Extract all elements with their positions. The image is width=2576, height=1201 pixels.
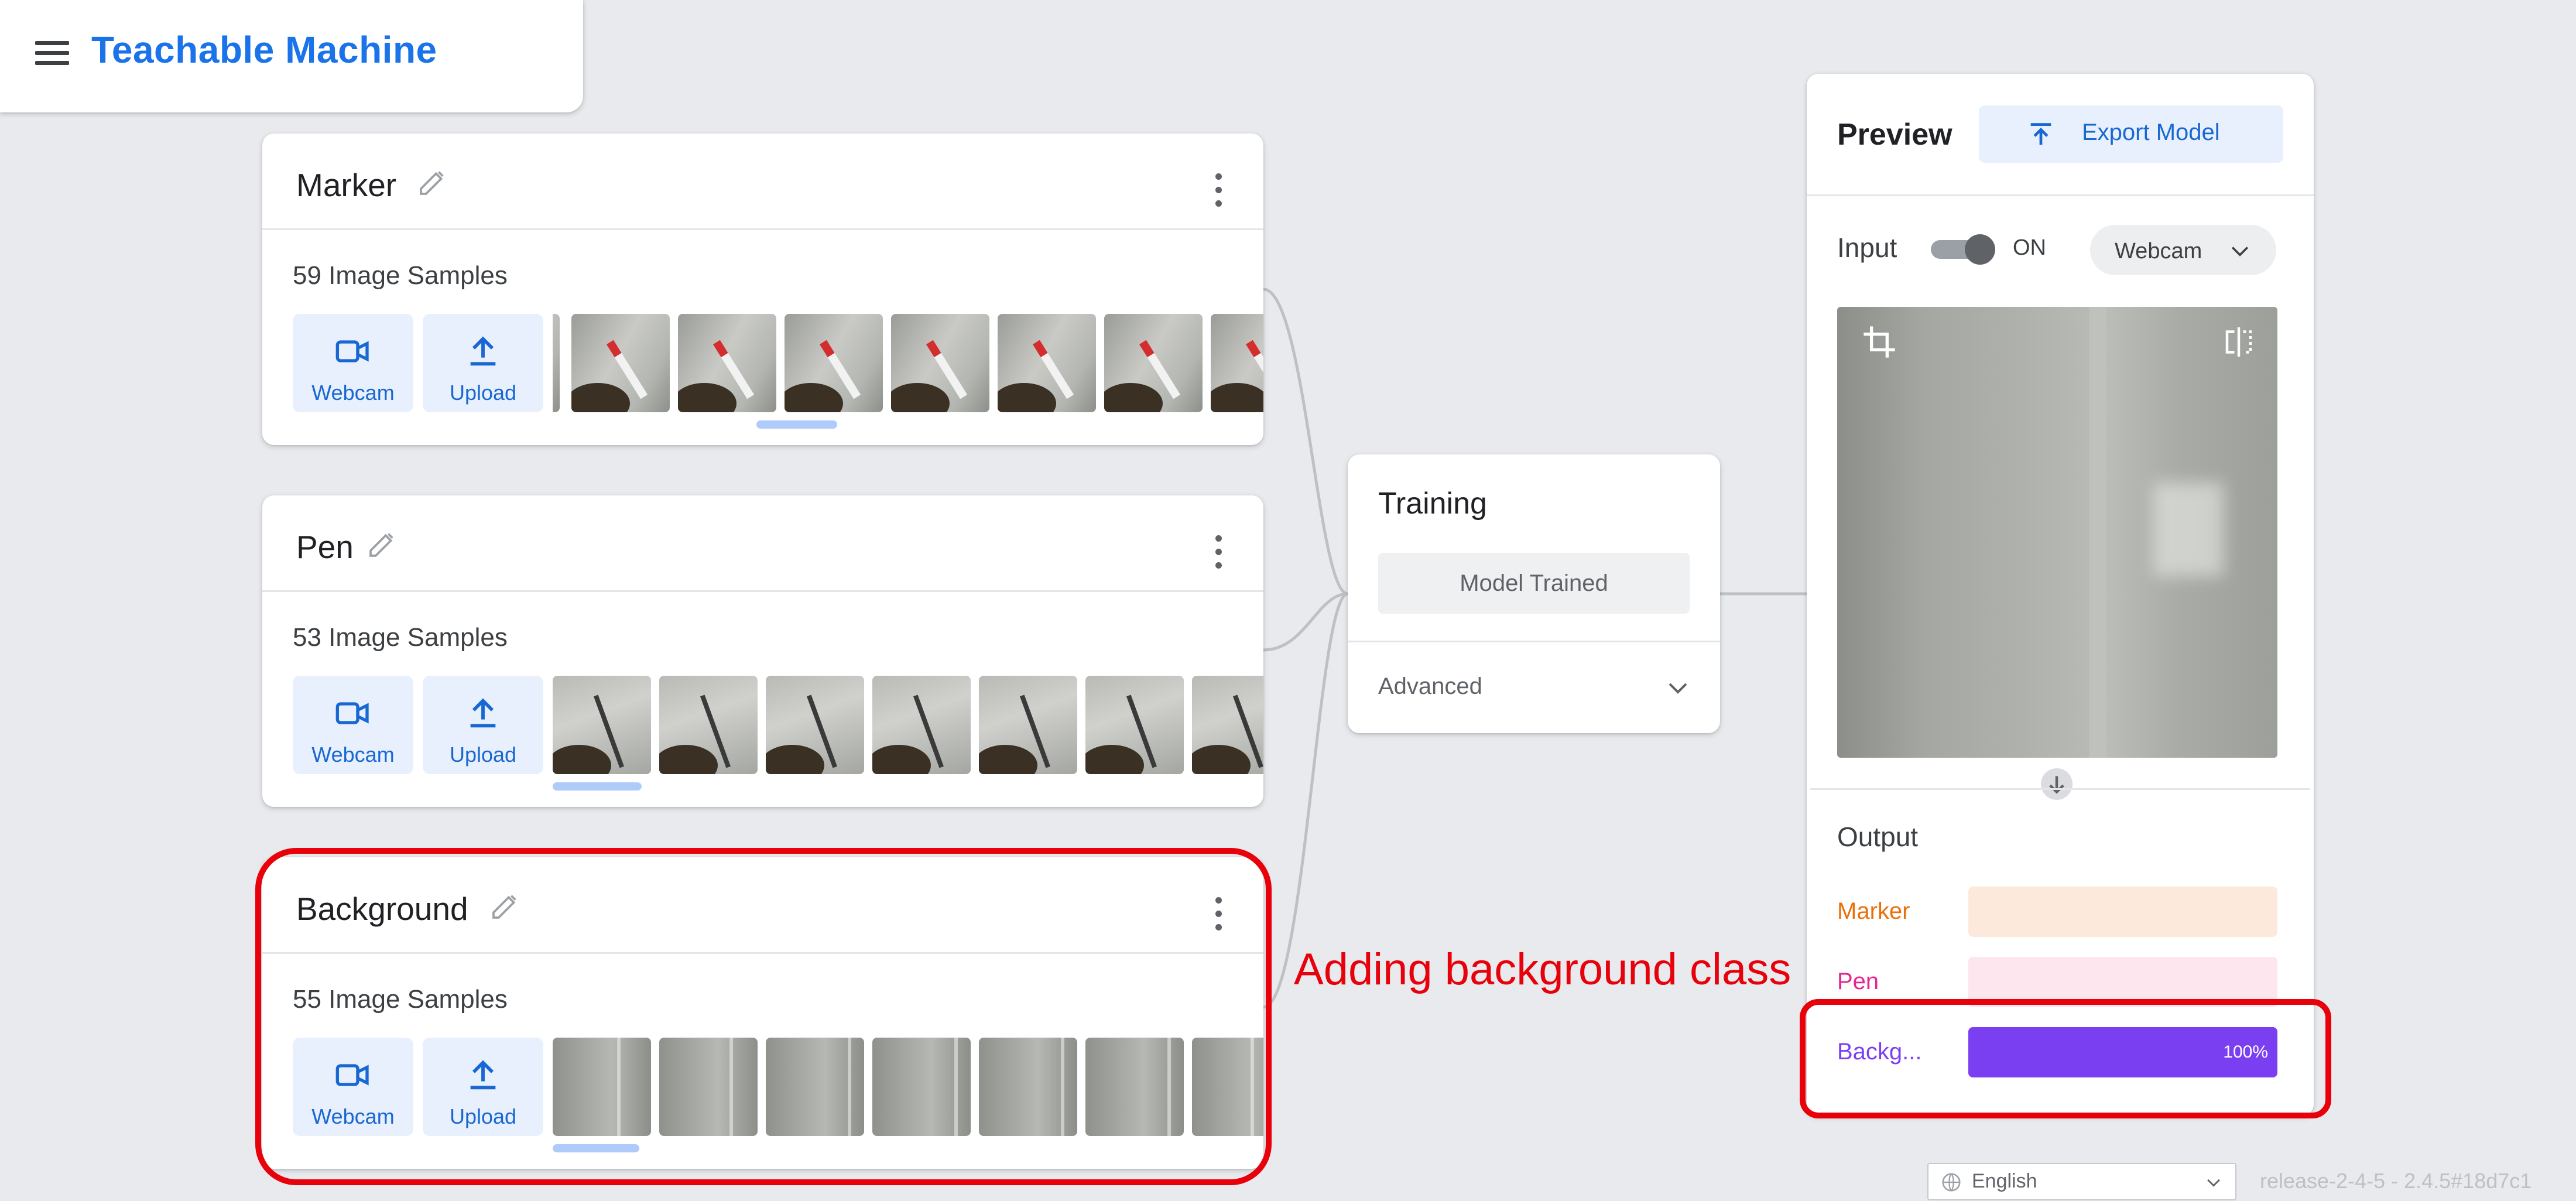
divider (1807, 194, 2314, 196)
sample-thumbnail[interactable] (553, 676, 651, 774)
training-title: Training (1378, 487, 1487, 521)
flip-icon[interactable] (2221, 324, 2256, 360)
preview-panel: Preview Export Model Input ON Webcam Out… (1807, 74, 2314, 1116)
annotation-text: Adding background class (1294, 945, 1791, 994)
divider (1810, 788, 2310, 790)
export-icon (2030, 123, 2051, 145)
chevron-down-icon (2207, 1179, 2220, 1187)
export-label: Export Model (2082, 119, 2220, 145)
language-value: English (1972, 1170, 2037, 1192)
class-card-pen: Pen 53 Image Samples Webcam Upload (262, 495, 1263, 807)
edit-icon[interactable] (366, 527, 399, 560)
upload-icon (470, 698, 496, 728)
advanced-toggle[interactable]: Advanced (1378, 673, 1482, 700)
divider (1348, 641, 1720, 642)
sample-thumbnail[interactable] (766, 676, 864, 774)
sample-thumbnail[interactable] (1085, 676, 1184, 774)
toggle-state: ON (2013, 235, 2046, 260)
sample-thumbnail[interactable] (785, 314, 883, 412)
output-class-name: Marker (1837, 898, 1910, 924)
sample-thumbnail[interactable] (1211, 314, 1263, 412)
export-model-button[interactable]: Export Model (1979, 105, 2283, 163)
version-label: release-2-4-5 - 2.4.5#18d7c1 (2260, 1169, 2532, 1193)
training-panel: Training Model Trained Advanced (1348, 454, 1720, 733)
sample-count: 59 Image Samples (293, 261, 508, 290)
videocam-icon (335, 340, 369, 362)
sample-count: 53 Image Samples (293, 623, 508, 652)
chevron-down-icon (2231, 247, 2249, 256)
sample-thumbnail[interactable] (571, 314, 670, 412)
annotation-highlight-output (1800, 999, 2331, 1118)
webcam-preview (1837, 307, 2277, 758)
preview-title: Preview (1837, 118, 1952, 152)
scroll-indicator[interactable] (553, 782, 642, 791)
sample-strip[interactable] (553, 676, 1263, 774)
output-label: Output (1837, 822, 1919, 852)
sample-thumbnail[interactable] (1192, 676, 1263, 774)
webcam-label: Webcam (311, 743, 395, 767)
sample-thumbnail[interactable] (678, 314, 776, 412)
webcam-button[interactable]: Webcam (293, 676, 413, 774)
upload-label: Upload (449, 381, 517, 405)
chevron-down-icon[interactable] (1664, 673, 1692, 702)
app-header: Teachable Machine (0, 0, 583, 112)
videocam-icon (335, 702, 369, 724)
upload-label: Upload (449, 743, 517, 767)
crop-icon[interactable] (1861, 323, 1898, 361)
app-title: Teachable Machine (91, 29, 437, 71)
input-source-select[interactable]: Webcam (2090, 225, 2276, 275)
upload-icon (470, 336, 496, 366)
sample-thumbnail[interactable] (979, 676, 1077, 774)
language-select[interactable]: English (1927, 1163, 2236, 1200)
input-toggle[interactable] (1931, 234, 1995, 265)
sample-thumbnail[interactable] (553, 314, 560, 412)
upload-button[interactable]: Upload (423, 676, 543, 774)
more-vert-icon[interactable] (1214, 535, 1222, 569)
class-name[interactable]: Marker (296, 166, 396, 204)
sample-thumbnail[interactable] (1104, 314, 1203, 412)
more-vert-icon[interactable] (1214, 173, 1222, 207)
edit-icon[interactable] (417, 165, 450, 198)
class-name[interactable]: Pen (296, 528, 354, 566)
annotation-highlight-class (255, 848, 1272, 1185)
sample-thumbnail[interactable] (998, 314, 1096, 412)
input-source-value: Webcam (2115, 239, 2202, 264)
sample-thumbnail[interactable] (872, 676, 971, 774)
sample-strip[interactable] (553, 314, 1263, 412)
scroll-indicator[interactable] (756, 420, 837, 429)
menu-icon[interactable] (35, 41, 69, 65)
class-header: Pen (262, 495, 1263, 592)
webcam-button[interactable]: Webcam (293, 314, 413, 412)
upload-button[interactable]: Upload (423, 314, 543, 412)
train-model-button[interactable]: Model Trained (1378, 553, 1690, 614)
class-header: Marker (262, 134, 1263, 230)
output-row-marker: Marker (1837, 887, 2277, 937)
confidence-bar (1968, 887, 2277, 937)
class-card-marker: Marker 59 Image Samples Webcam Upload (262, 134, 1263, 445)
arrow-down-icon (2041, 768, 2073, 800)
globe-icon (1942, 1173, 1961, 1192)
sample-thumbnail[interactable] (891, 314, 989, 412)
input-label: Input (1837, 232, 1897, 263)
webcam-label: Webcam (311, 381, 395, 405)
sample-thumbnail[interactable] (659, 676, 758, 774)
output-class-name: Pen (1837, 969, 1879, 994)
